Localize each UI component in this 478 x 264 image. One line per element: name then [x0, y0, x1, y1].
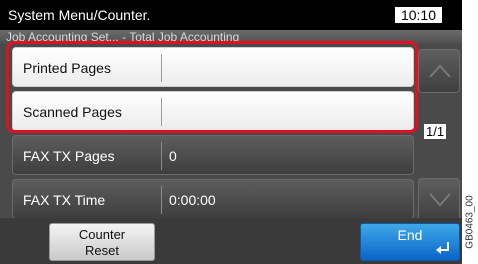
- screen: System Menu/Counter. 10:10 Job Accountin…: [0, 0, 462, 264]
- screen-title: System Menu/Counter.: [8, 7, 151, 23]
- row-value: 0: [169, 148, 177, 164]
- enter-arrow-icon: [436, 242, 449, 254]
- page-indicator: 1/1: [424, 124, 447, 139]
- title-bar: System Menu/Counter. 10:10: [0, 0, 462, 30]
- highlight-frame: [6, 41, 418, 133]
- chevron-up-icon: [429, 64, 451, 78]
- counter-reset-label-line2: Reset: [85, 243, 119, 258]
- row-value: 0:00:00: [169, 192, 216, 208]
- row-fax-tx-time[interactable]: FAX TX Time 0:00:00: [12, 179, 414, 219]
- scroll-down-button[interactable]: [418, 178, 460, 222]
- figure-code-text: GB0463_00: [464, 195, 476, 249]
- end-button[interactable]: End: [360, 223, 460, 261]
- scroll-up-button[interactable]: [418, 49, 460, 93]
- row-divider: [161, 142, 162, 170]
- counter-reset-label-line1: Counter: [78, 227, 126, 242]
- row-fax-tx-pages[interactable]: FAX TX Pages 0: [12, 135, 414, 175]
- row-divider: [161, 186, 162, 214]
- row-label: FAX TX Pages: [23, 148, 115, 164]
- clock: 10:10: [394, 7, 442, 23]
- counter-reset-button[interactable]: Counter Reset: [49, 223, 155, 261]
- row-label: FAX TX Time: [23, 192, 106, 208]
- figure-code: GB0463_00: [462, 180, 478, 264]
- chevron-down-icon: [429, 193, 451, 207]
